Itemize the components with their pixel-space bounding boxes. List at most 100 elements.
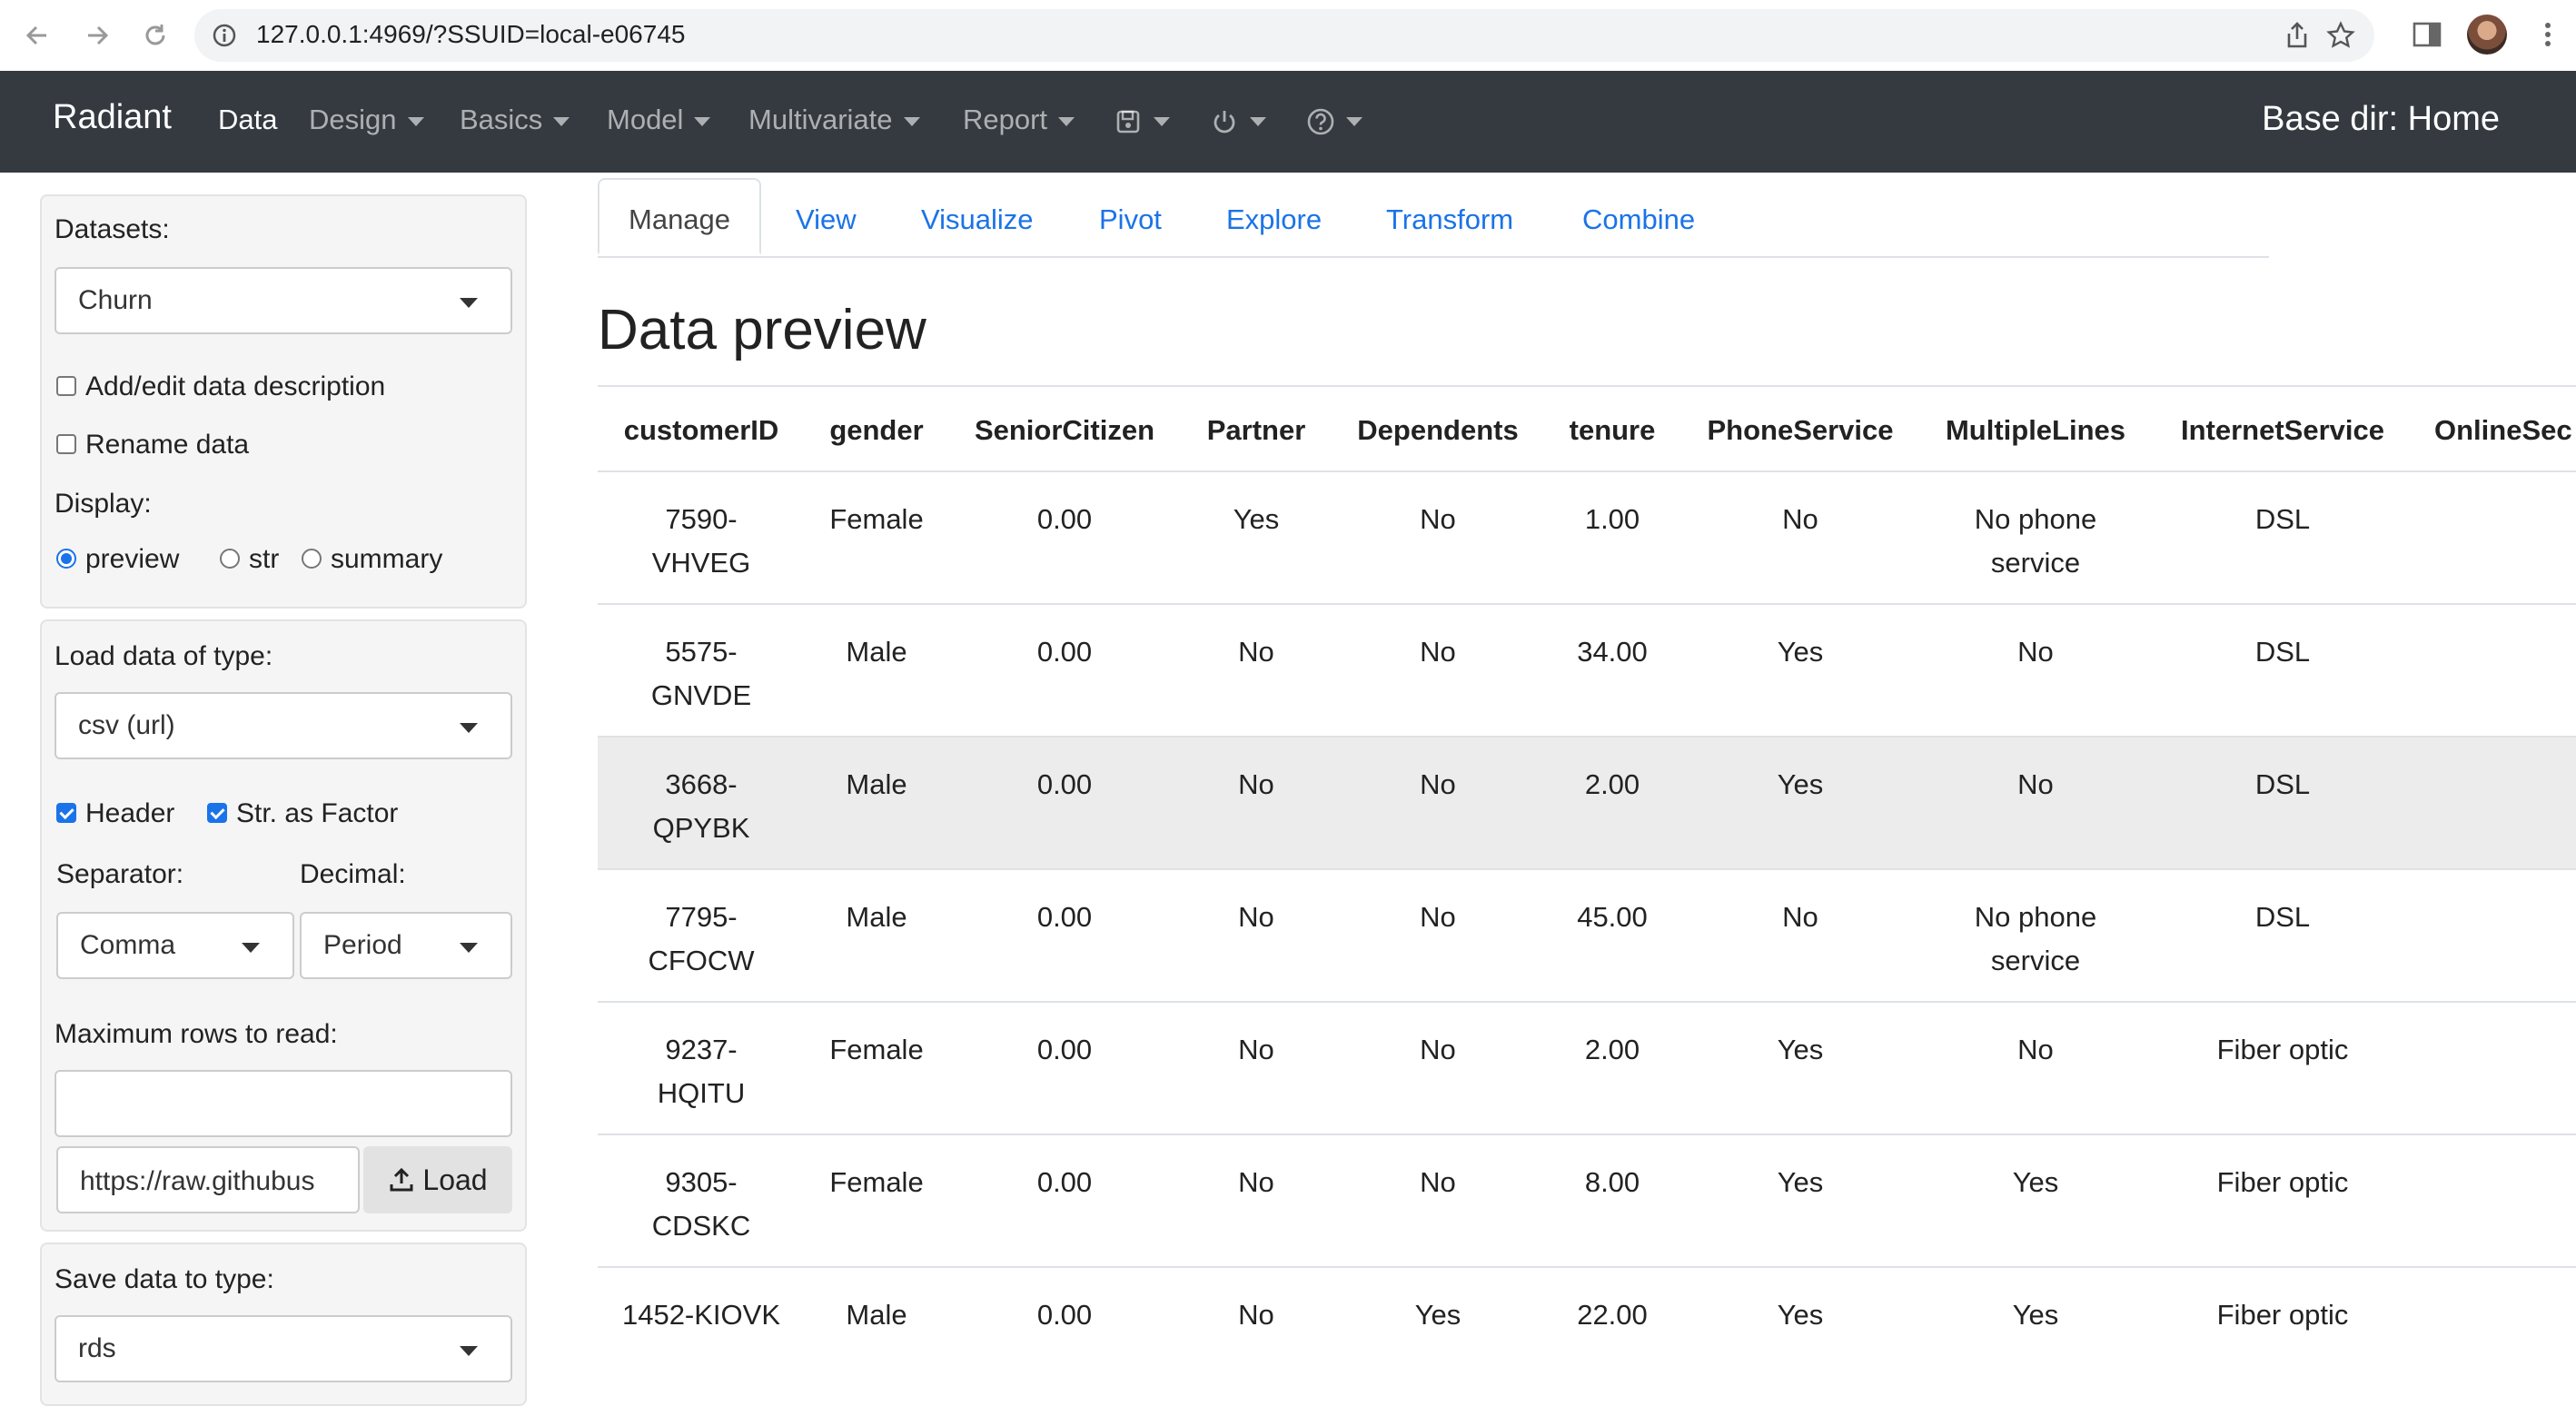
nav-help[interactable] [1306, 104, 1362, 136]
tab-manage[interactable]: Manage [598, 178, 762, 254]
max-rows-label: Maximum rows to read: [54, 1019, 338, 1049]
address-bar[interactable]: 127.0.0.1:4969/?SSUID=local-e06745 [194, 9, 2374, 62]
caret-down-icon [460, 1346, 478, 1356]
nav-basics[interactable]: Basics [460, 104, 570, 136]
base-dir-label[interactable]: Base dir: Home [2262, 100, 2500, 139]
tab-visualize[interactable]: Visualize [921, 203, 1034, 236]
load-button[interactable]: Load [363, 1146, 512, 1213]
table-cell: 34.00 [1577, 636, 1648, 668]
add-description-checkbox[interactable] [56, 376, 76, 396]
table-cell: Male [846, 636, 907, 668]
nav-data-label: Data [218, 104, 278, 135]
display-label: Display: [54, 489, 152, 519]
table-cell: Fiber optic [2216, 1299, 2349, 1331]
nav-save[interactable] [1114, 104, 1170, 136]
reload-icon[interactable] [133, 13, 178, 58]
side-panel-icon[interactable] [2409, 16, 2445, 53]
table-header: customerID gender SeniorCitizen Partner Depe… [598, 385, 2576, 472]
tab-pivot[interactable]: Pivot [1099, 203, 1162, 236]
column-header[interactable]: Dependents [1347, 414, 1529, 447]
nav-data[interactable]: Data [218, 104, 277, 136]
display-summary-label[interactable]: summary [331, 544, 442, 575]
header-checkbox[interactable] [56, 803, 76, 823]
table-cell: No [2405, 1293, 2576, 1337]
column-header[interactable]: MultipleLines [1927, 414, 2145, 447]
tab-combine[interactable]: Combine [1582, 203, 1695, 236]
nav-report[interactable]: Report [963, 104, 1075, 136]
page-title: Data preview [598, 299, 926, 361]
nav-model-label: Model [607, 104, 684, 135]
share-icon[interactable] [2282, 20, 2313, 51]
site-info-icon[interactable] [211, 22, 238, 49]
column-header[interactable]: Partner [1193, 414, 1320, 447]
profile-avatar[interactable] [2467, 15, 2507, 54]
forward-icon[interactable] [74, 13, 120, 58]
tab-explore[interactable]: Explore [1226, 203, 1322, 236]
add-description-label[interactable]: Add/edit data description [85, 371, 385, 402]
table-cell: No [1238, 1166, 1274, 1198]
column-header[interactable]: PhoneService [1696, 414, 1905, 447]
url-value: https://raw.githubus [80, 1166, 315, 1196]
str-as-factor-checkbox[interactable] [207, 803, 227, 823]
bookmark-star-icon[interactable] [2325, 20, 2356, 51]
decimal-select[interactable]: Period [300, 912, 512, 979]
max-rows-input[interactable] [54, 1070, 512, 1137]
display-preview-label[interactable]: preview [85, 544, 179, 575]
table-cell: 1452-KIOVK [621, 1299, 781, 1331]
power-icon [1214, 110, 1235, 134]
display-preview-radio[interactable] [56, 549, 76, 569]
data-preview-table: customerID gender SeniorCitizen Partner Depe… [598, 385, 2576, 1379]
back-icon[interactable] [15, 13, 60, 58]
table-cell: No [1420, 901, 1456, 933]
display-str-radio[interactable] [220, 549, 240, 569]
datasets-label: Datasets: [54, 214, 170, 244]
nav-power[interactable] [1210, 104, 1266, 136]
table-cell: DSL [2254, 503, 2311, 535]
table-cell: No phone service [1974, 503, 2097, 579]
rename-data-checkbox[interactable] [56, 434, 76, 454]
table-cell: No [2405, 1028, 2576, 1072]
chevron-down-icon [1250, 116, 1266, 126]
chevron-down-icon [407, 116, 424, 126]
table-cell: 0.00 [1036, 636, 1093, 668]
browser-menu-icon[interactable] [2534, 16, 2561, 53]
nav-report-label: Report [963, 104, 1048, 135]
table-cell: Yes [1777, 1299, 1824, 1331]
column-header[interactable]: SeniorCitizen [965, 414, 1164, 447]
display-str-label[interactable]: str [249, 544, 279, 575]
table-cell: 0.00 [1036, 1166, 1093, 1198]
column-header[interactable]: gender [804, 414, 949, 447]
datasets-select[interactable]: Churn [54, 267, 512, 334]
table-cell: DSL [2254, 636, 2311, 668]
header-label[interactable]: Header [85, 798, 174, 829]
table-cell: 0.00 [1036, 503, 1093, 535]
column-header[interactable]: customerID [610, 414, 792, 447]
table-cell: No [1238, 1299, 1274, 1331]
url-input[interactable]: https://raw.githubus [56, 1146, 360, 1213]
nav-model[interactable]: Model [607, 104, 711, 136]
save-type-select[interactable]: rds [54, 1315, 512, 1382]
nav-basics-label: Basics [460, 104, 543, 135]
tab-transform[interactable]: Transform [1386, 203, 1513, 236]
separator-select[interactable]: Comma [56, 912, 294, 979]
table-cell: 2.00 [1584, 1034, 1640, 1065]
app-brand[interactable]: Radiant [53, 98, 172, 137]
str-as-factor-label[interactable]: Str. as Factor [236, 798, 398, 829]
table-cell: No [1420, 1034, 1456, 1065]
tab-view[interactable]: View [796, 203, 857, 236]
table-row: 3668-QPYBK Male 0.00 No No 2.00 Yes No DSL Yes [598, 738, 2576, 870]
table-cell: No [1238, 901, 1274, 933]
column-header[interactable]: tenure [1558, 414, 1667, 447]
load-type-select[interactable]: csv (url) [54, 692, 512, 759]
display-summary-radio[interactable] [302, 549, 322, 569]
table-cell: 3668- QPYBK [652, 768, 750, 844]
table-cell: 45.00 [1577, 901, 1648, 933]
rename-data-label[interactable]: Rename data [85, 430, 249, 460]
column-header[interactable]: OnlineSec [2434, 414, 2576, 447]
table-cell: Female [829, 1166, 924, 1198]
table-row: 5575-GNVDE Male 0.00 No No 34.00 Yes No DSL Yes [598, 605, 2576, 738]
nav-design[interactable]: Design [309, 104, 424, 136]
nav-multivariate[interactable]: Multivariate [748, 104, 920, 136]
table-cell: 9237- HQITU [657, 1034, 746, 1109]
column-header[interactable]: InternetService [2165, 414, 2401, 447]
